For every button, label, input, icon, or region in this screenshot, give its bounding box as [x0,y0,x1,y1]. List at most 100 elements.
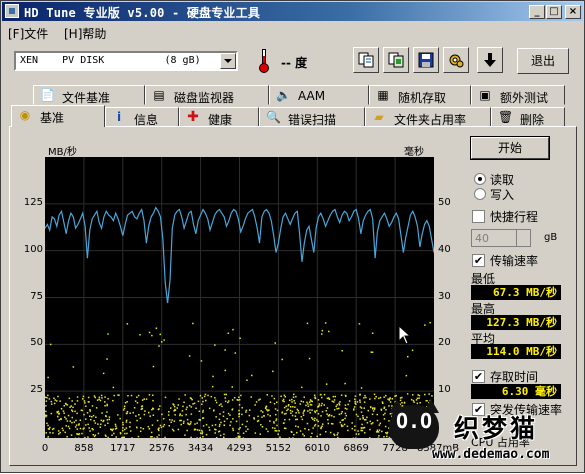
access-time-point [407,356,409,358]
access-time-point [238,410,240,412]
chevron-down-icon[interactable] [220,53,236,69]
access-time-point [163,339,165,341]
tab-info[interactable]: i 信息 [105,107,179,127]
maximize-button[interactable]: □ [546,5,562,19]
transfer-rate-checkbox[interactable]: ✔ [472,254,485,267]
access-time-point [87,412,89,414]
access-time-point [216,402,218,404]
access-time-point [365,419,367,421]
access-time-point [77,428,79,430]
access-time-point [385,395,387,397]
copy-screen-button[interactable] [383,47,409,73]
access-time-point [89,416,91,418]
tab-disk-monitor[interactable]: ▤ 磁盘监视器 [145,85,269,105]
tab-aam[interactable]: 🔈 AAM [269,85,369,105]
access-time-point [172,429,174,431]
access-time-point [174,409,176,411]
access-time-point [106,358,108,360]
close-button[interactable]: × [565,5,581,19]
access-time-point [364,432,366,434]
access-time-point [356,414,358,416]
access-time-point [126,401,128,403]
access-time-point [243,437,245,438]
tab-extra-tests[interactable]: ▣ 额外测试 [471,85,565,105]
access-time-point [364,395,366,397]
access-time-point [58,430,60,432]
access-time-point [126,413,128,415]
access-time-point [49,432,51,434]
tab-health[interactable]: ✚ 健康 [179,107,259,127]
title-bar[interactable]: HD Tune 专业版 v5.00 - 硬盘专业工具 _ □ × [2,2,583,21]
access-time-point [333,416,335,418]
read-radio[interactable] [474,173,486,185]
access-time-point [232,408,234,410]
access-time-point [286,406,288,408]
access-time-point [174,414,176,416]
access-time-point [367,422,369,424]
menu-help[interactable]: [H]帮助 [64,25,106,42]
access-time-point [251,375,253,377]
tab-erase[interactable]: 🗑 删除 [491,107,565,127]
access-time-point [148,412,150,414]
y-tick-left: 75 [17,291,43,302]
access-time-point [212,376,214,378]
tab-folder-usage[interactable]: ▰ 文件夹占用率 [365,107,491,127]
access-time-point [194,423,196,425]
access-time-point [151,436,153,438]
minimize-button[interactable]: _ [529,5,545,19]
write-radio[interactable] [474,188,486,200]
access-time-point [359,394,361,396]
access-time-point [237,399,239,401]
tab-random-access[interactable]: ▦ 随机存取 [369,85,471,105]
access-time-point [74,403,76,405]
down-arrow-button[interactable] [477,47,503,73]
access-time-checkbox[interactable]: ✔ [472,370,485,383]
access-time-point [138,436,140,438]
access-time-point [203,425,205,427]
info-icon: i [112,110,126,124]
access-time-point [202,431,204,433]
access-time-point [283,399,285,401]
access-time-point [315,412,317,414]
access-time-point [127,411,129,413]
access-time-point [69,407,71,409]
options-button[interactable] [443,47,469,73]
menu-file[interactable]: [F]文件 [8,25,48,42]
access-time-point [245,431,247,433]
copy-info-button[interactable] [353,47,379,73]
access-time-point [144,410,146,412]
access-time-point [362,415,364,417]
access-time-point [238,416,240,418]
access-time-point [270,415,272,417]
tab-file-benchmark[interactable]: 📄 文件基准 [33,85,145,105]
access-time-point [56,400,58,402]
stroke-size-spinner[interactable]: 40 [471,229,531,247]
tab-benchmark[interactable]: ◉ 基准 [11,105,105,127]
exit-button[interactable]: 退出 [517,48,569,74]
access-time-point [306,402,308,404]
access-time-point [263,415,265,417]
spinner-arrows-icon[interactable] [516,230,530,246]
short-stroke-checkbox[interactable] [472,210,485,223]
access-time-point [143,428,145,430]
access-time-point [149,332,151,334]
tab-error-scan[interactable]: 🔍 错误扫描 [259,107,365,127]
access-time-point [312,427,314,429]
access-time-point [321,405,323,407]
access-time-point [320,434,322,436]
access-time-point [55,399,57,401]
access-time-point [312,401,314,403]
access-time-point [315,424,317,426]
drive-select[interactable]: XEN PV DISK (8 gB) [14,51,238,71]
access-time-point [220,403,222,405]
access-time-point [142,408,144,410]
access-time-point [258,399,260,401]
access-time-point [144,398,146,400]
access-time-point [223,437,225,439]
start-button[interactable]: 开始 [471,137,549,159]
access-time-point [137,402,139,404]
save-button[interactable] [413,47,439,73]
access-time-value: 6.30 毫秒 [471,384,561,399]
access-time-point [301,387,303,389]
access-time-point [219,426,221,428]
